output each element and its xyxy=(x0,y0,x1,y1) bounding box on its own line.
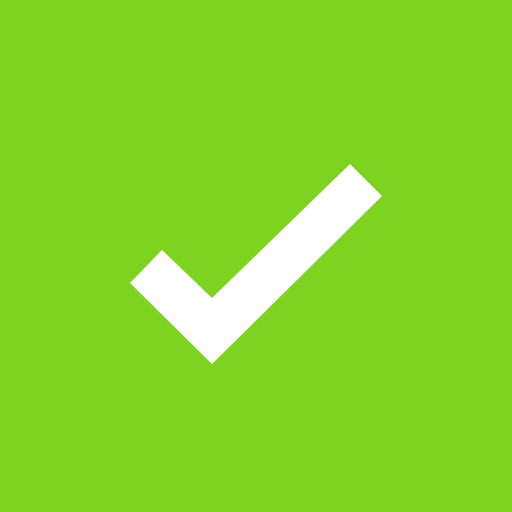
success-tile xyxy=(0,0,512,512)
checkmark-icon xyxy=(130,164,382,364)
checkmark-shape xyxy=(130,164,382,364)
